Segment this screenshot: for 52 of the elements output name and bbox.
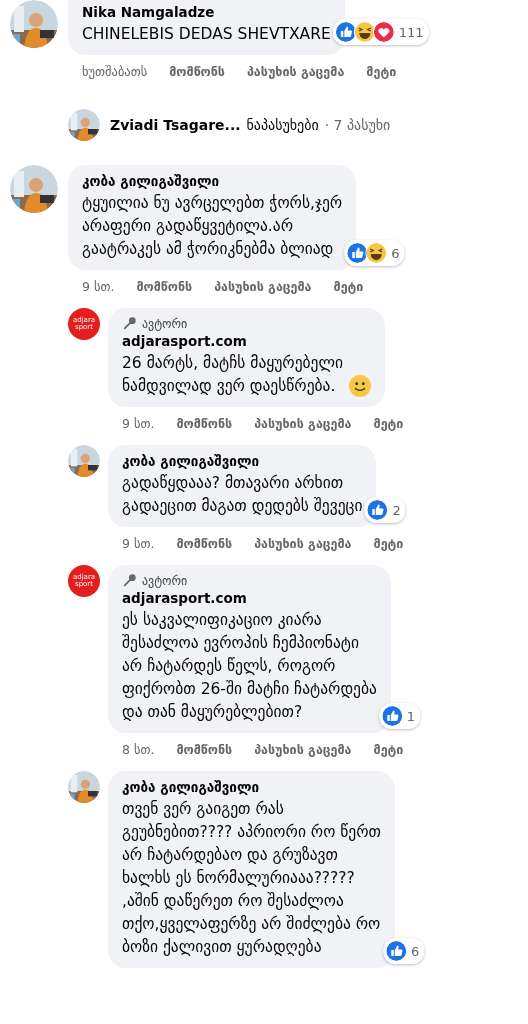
action-link[interactable]: მეტი [366, 64, 397, 79]
commenter-name[interactable]: Nika Namgaladze [82, 4, 331, 20]
commenter-name[interactable]: Zviadi Tsagare... [110, 117, 241, 133]
commenter-name[interactable]: კობა გილიგაშვილი [122, 453, 363, 469]
comment-text: ეს საკვალიფიკაციო კიარა შესაძლოა ევროპის ჩემპიონატი არ ჩატარდეს წელს, როგორ ფიქრობთ 26-ში მატჩი ჩატარდება და თან მაყურებლებით? [122, 610, 377, 723]
comment-text: გადაწყდააა? მთავარი არხით გადაეცით მაგათ დედებს შევეცი [122, 473, 363, 517]
action-link[interactable]: მეტი [373, 536, 404, 551]
comment-text: ტყუილია ნუ ავრცელებთ ჭორს,ჯერ არაფერი გადაწყვეტილა.არ გაატრაკეს ამ ჭორიკნებმა ბლიად [82, 193, 343, 260]
commenter-name[interactable]: კობა გილიგაშვილი [82, 173, 343, 189]
action-link[interactable]: პასუხის გაცემა [246, 64, 345, 79]
action-link[interactable]: მეტი [333, 279, 364, 294]
author-label: ავტორი [142, 573, 188, 588]
timestamp[interactable]: 9 სთ. [122, 536, 155, 551]
action-link[interactable]: მომწონს [169, 64, 225, 79]
action-link[interactable]: მომწონს [176, 536, 233, 551]
timestamp[interactable]: 9 სთ. [122, 416, 155, 431]
reaction-summary[interactable]: 6 [382, 938, 425, 964]
action-link[interactable]: მეტი [373, 742, 404, 757]
timestamp[interactable]: ხუთშაბათს [82, 64, 148, 79]
smiley-icon [349, 375, 371, 397]
like-icon [334, 21, 357, 43]
microphone-icon [122, 316, 137, 331]
laughing-face-icon [353, 21, 376, 43]
like-icon [384, 940, 407, 962]
comment-text: თვენ ვერ გაიგეთ რას გეუბნებით???? აპრიორი რო წერთ არ ჩატარდებაო და გრუზავთ ხალხს ეს ნორმალურიააა????? ,აშინ დაწერეთ რო შესაძლოა თქო,ყველაფერზე არ შიძლება რო ბოზი ქალივით ყურადღება [122, 799, 381, 958]
commenter-name[interactable]: adjarasport.com [122, 333, 371, 349]
reaction-summary[interactable]: 6 [344, 240, 405, 266]
heart-icon [372, 21, 395, 43]
commenter-name[interactable]: კობა გილიგაშვილი [122, 779, 381, 795]
like-icon [380, 705, 403, 727]
action-link[interactable]: მომწონს [136, 279, 193, 294]
author-label: ავტორი [142, 316, 188, 331]
action-link[interactable]: მომწონს [176, 416, 233, 431]
replied-label: ნაპასუხები [246, 117, 319, 133]
action-link[interactable]: პასუხის გაცემა [254, 742, 352, 757]
action-link[interactable]: მეტი [373, 416, 404, 431]
action-link[interactable]: პასუხის გაცემა [254, 536, 352, 551]
microphone-icon [122, 573, 137, 588]
like-icon [366, 499, 389, 521]
action-link[interactable]: პასუხის გაცემა [214, 279, 312, 294]
action-link[interactable]: მომწონს [176, 742, 233, 757]
timestamp[interactable]: 9 სთ. [82, 279, 115, 294]
reaction-summary[interactable]: 1 [378, 703, 421, 729]
timestamp[interactable]: 8 სთ. [122, 742, 155, 757]
reply-count-link[interactable]: · 7 პასუხი [324, 117, 391, 133]
reaction-summary[interactable]: 2 [364, 497, 406, 523]
commenter-name[interactable]: adjarasport.com [122, 590, 377, 606]
laughing-face-icon [365, 242, 388, 264]
action-link[interactable]: პასუხის გაცემა [254, 416, 352, 431]
reaction-summary[interactable]: 111 [332, 19, 429, 45]
comment-text: 26 მარტს, მატჩს მაყურებელი ნამდვილად ვერ დაესწრება. [122, 353, 343, 397]
comment-text: CHINELEBIS DEDAS SHEVTXARE [82, 24, 331, 45]
